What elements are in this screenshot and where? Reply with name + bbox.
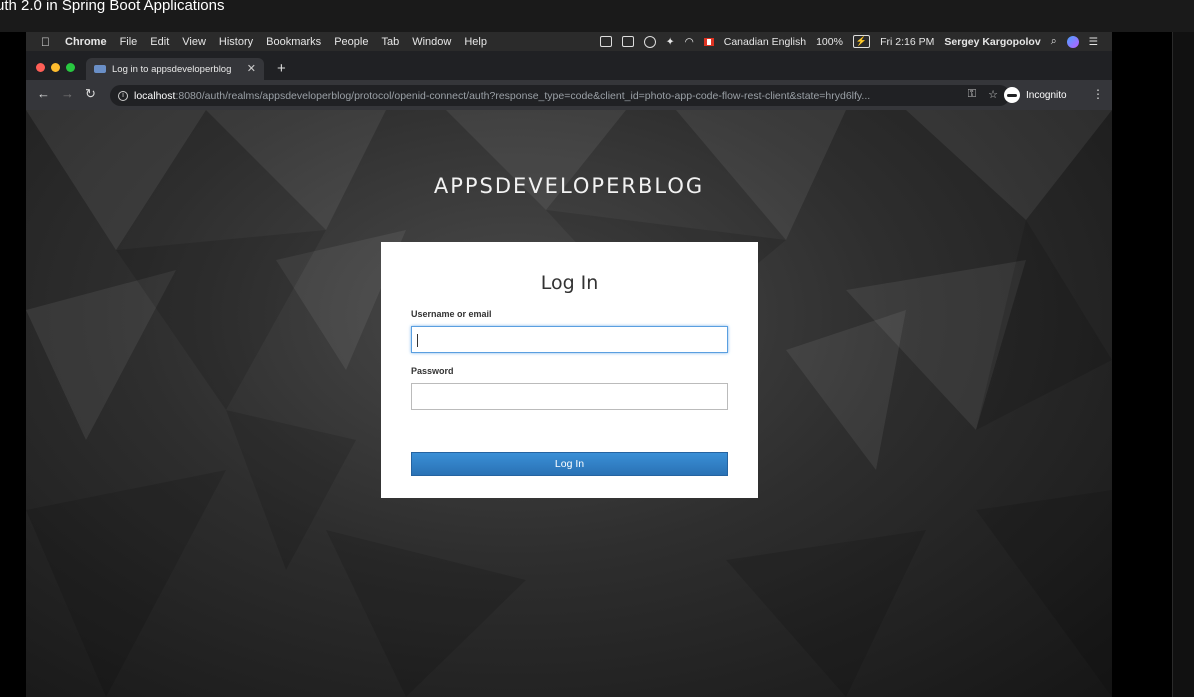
video-title-bar: Auth 2.0 in Spring Boot Applications [0, 0, 1194, 32]
browser-tab-active[interactable]: Log in to appsdeveloperblog ✕ [86, 58, 264, 80]
password-label: Password [411, 366, 454, 376]
canada-flag-icon [703, 37, 714, 46]
login-card: Log In Username or email Password Log In [381, 242, 758, 498]
apple-icon[interactable]:  [41, 35, 50, 49]
url-path: :8080/auth/realms/appsdeveloperblog/prot… [175, 89, 871, 102]
username-input[interactable] [411, 326, 728, 353]
menu-window[interactable]: Window [412, 36, 451, 48]
text-cursor [417, 334, 418, 347]
battery-icon[interactable]: ⚡ [852, 35, 871, 48]
tab-favicon-icon [94, 65, 106, 73]
incognito-icon [1004, 87, 1020, 103]
player-side-strip [1172, 32, 1194, 697]
video-title: Auth 2.0 in Spring Boot Applications [0, 0, 225, 14]
screen-record-icon[interactable] [621, 36, 634, 47]
realm-brand-title: APPSDEVELOPERBLOG [433, 174, 705, 198]
new-tab-button[interactable]: + [277, 60, 286, 77]
key-icon[interactable]: ⚿ [968, 88, 976, 101]
mac-screen:  Chrome File Edit View History Bookmark… [26, 32, 1112, 697]
spotlight-search-icon[interactable]: ⌕ [1051, 35, 1057, 48]
battery-percent[interactable]: 100% [816, 36, 843, 48]
time-machine-icon[interactable] [643, 35, 656, 48]
reload-icon[interactable]: ↻ [85, 86, 96, 102]
bookmark-star-icon[interactable]: ☆ [988, 88, 998, 101]
notification-center-icon[interactable]: ☰ [1089, 36, 1098, 48]
tab-close-icon[interactable]: ✕ [247, 62, 256, 75]
menu-people[interactable]: People [334, 36, 368, 48]
tab-title: Log in to appsdeveloperblog [112, 63, 232, 75]
url-host: localhost [134, 89, 176, 102]
macos-menubar:  Chrome File Edit View History Bookmark… [26, 32, 1112, 51]
input-language[interactable]: Canadian English [724, 36, 806, 48]
close-window-button[interactable] [36, 63, 45, 72]
menu-bookmarks[interactable]: Bookmarks [266, 36, 321, 48]
incognito-label: Incognito [1026, 89, 1067, 101]
browser-menu-icon[interactable]: ⋮ [1092, 87, 1104, 101]
menubar-clock[interactable]: Fri 2:16 PM [880, 36, 934, 48]
menu-history[interactable]: History [219, 36, 253, 48]
menubar-user[interactable]: Sergey Kargopolov [944, 36, 1040, 48]
address-bar[interactable]: i localhost:8080/auth/realms/appsdevelop… [110, 85, 1010, 106]
login-submit-button[interactable]: Log In [411, 452, 728, 476]
minimize-window-button[interactable] [51, 63, 60, 72]
password-input[interactable] [411, 383, 728, 410]
menu-help[interactable]: Help [464, 36, 487, 48]
browser-toolbar: ← → ↻ i localhost:8080/auth/realms/appsd… [26, 80, 1112, 110]
username-label: Username or email [411, 309, 492, 319]
menu-edit[interactable]: Edit [150, 36, 169, 48]
window-controls [36, 63, 75, 72]
docker-icon[interactable] [599, 36, 612, 47]
browser-tab-strip: Log in to appsdeveloperblog ✕ + [26, 51, 1112, 80]
menu-file[interactable]: File [120, 36, 138, 48]
back-arrow-icon[interactable]: ← [37, 86, 50, 101]
menu-view[interactable]: View [182, 36, 206, 48]
site-info-icon[interactable]: i [118, 90, 128, 101]
login-heading: Log In [540, 272, 599, 294]
siri-icon[interactable] [1066, 35, 1079, 48]
menu-app-name[interactable]: Chrome [65, 36, 107, 48]
login-page: APPSDEVELOPERBLOG Log In Username or ema… [26, 110, 1112, 697]
forward-arrow-icon[interactable]: → [61, 86, 74, 101]
zoom-window-button[interactable] [66, 63, 75, 72]
wifi-icon[interactable]: ◠ [685, 36, 694, 48]
bluetooth-icon[interactable]: ✦ [666, 36, 675, 48]
incognito-indicator[interactable]: Incognito [1004, 86, 1067, 104]
menu-tab[interactable]: Tab [381, 36, 399, 48]
